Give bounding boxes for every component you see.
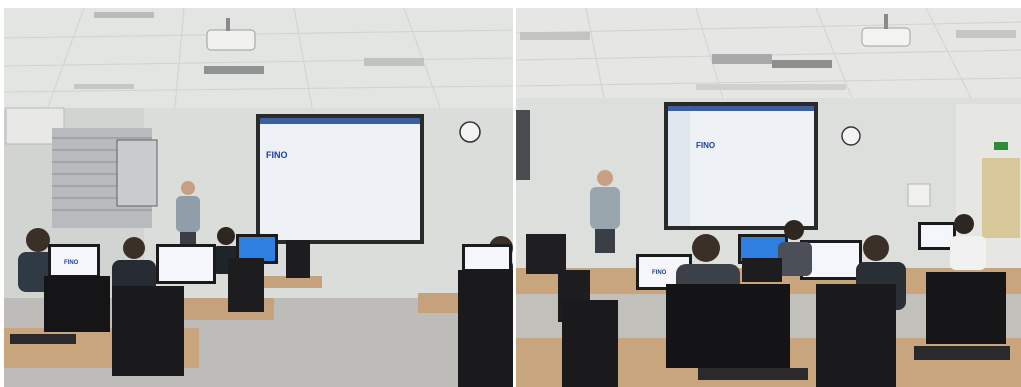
monitor-screen [465,247,509,269]
wall-dispenser [907,183,931,207]
exit-sign [994,142,1008,150]
projector [861,27,911,47]
browser-bar [260,118,420,124]
monitor-screen [159,247,213,281]
browser-bar [668,106,814,111]
classroom-photo-left: FINO FINO [4,8,513,387]
monitor-back [926,272,1006,344]
ceiling-vent [204,66,264,74]
keyboard [10,334,76,344]
screen-logo: FINO [696,141,715,150]
screen-logo: FINO [266,150,288,160]
pc-tower [562,300,618,387]
monitor-screen [921,225,953,247]
monitor-back [526,234,566,274]
monitor-back [44,276,110,332]
monitor-logo: FINO [652,270,667,276]
pc-tower [458,270,513,387]
pc-tower [816,284,896,387]
ceiling-vent [712,54,772,64]
wall-clock [459,121,481,143]
classroom-photo-right: FINO FINO [516,8,1021,387]
screen-sidebar [668,111,690,226]
ceiling-vent [364,58,424,66]
monitor-screen [239,237,275,261]
doorway [982,158,1020,238]
ceiling-vent [956,30,1016,38]
classroom-scene-left: FINO FINO [4,8,513,387]
ceiling-light [696,84,846,90]
ceiling-vent [772,60,832,68]
wall-clock [841,126,861,146]
monitor-logo: FINO [64,260,79,266]
projector [206,29,256,51]
classroom-scene-right: FINO FINO [516,8,1021,387]
ceiling-vent [520,32,590,40]
ceiling-vent [94,12,154,18]
projector-mount [226,18,230,31]
keyboard [914,346,1010,360]
ceiling-light [74,84,134,89]
keyboard [698,368,808,380]
projection-screen [260,118,420,240]
pc-tower [742,258,782,282]
pc-tower [228,258,264,312]
pc-tower [286,240,310,278]
ceiling [4,8,513,118]
window-blinds [52,128,158,228]
wall-cabinet [516,110,530,180]
pc-tower [112,286,184,376]
monitor-back [666,284,790,368]
projector-mount [884,14,888,29]
